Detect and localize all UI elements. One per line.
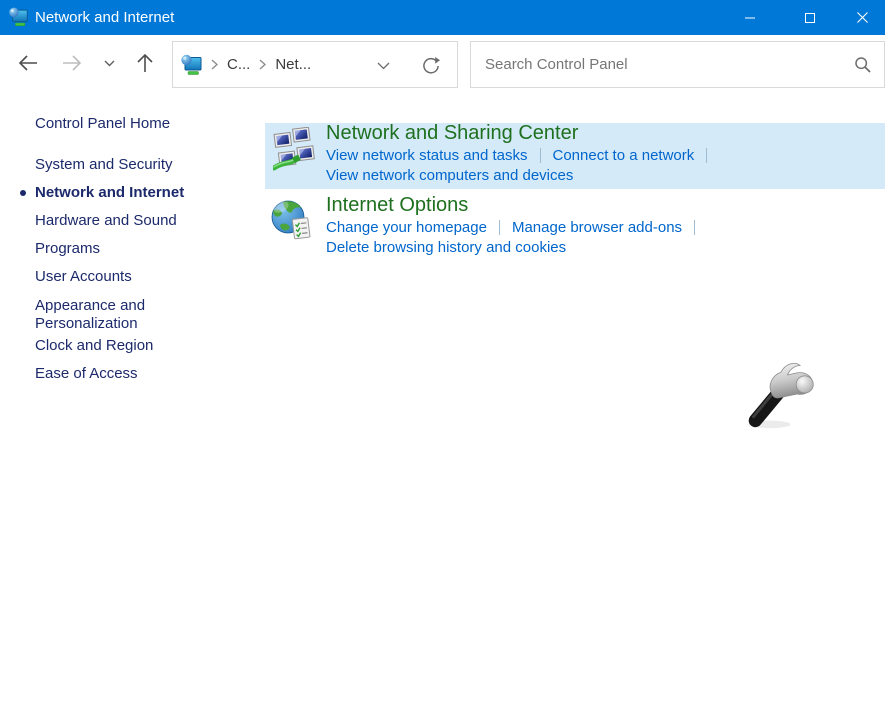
search-input[interactable] [471, 42, 884, 87]
sidebar-item-label: Network and Internet [35, 184, 184, 201]
up-arrow-icon [136, 52, 154, 74]
maximize-icon [804, 12, 816, 24]
sidebar-item-user-accounts[interactable]: User Accounts [35, 268, 225, 286]
up-button[interactable] [130, 35, 160, 91]
network-location-icon [180, 53, 204, 77]
link-separator [540, 148, 541, 163]
link-view-network-status-and-tasks[interactable]: View network status and tasks [326, 147, 528, 164]
close-icon [856, 11, 869, 24]
search-icon[interactable] [854, 56, 872, 74]
breadcrumb-chevron-icon [211, 59, 218, 70]
sidebar-item-network-and-internet[interactable]: Network and Internet [35, 184, 225, 202]
task-link-row: Delete browsing history and cookies [326, 239, 566, 256]
main-content: Network and Sharing Center View network … [265, 91, 885, 726]
back-button[interactable] [12, 35, 44, 91]
task-link-row: View network computers and devices [326, 167, 573, 184]
navigation-toolbar: C... Net... [0, 35, 885, 91]
close-button[interactable] [840, 0, 885, 35]
sidebar-item-system-and-security[interactable]: System and Security [35, 156, 225, 174]
active-item-bullet-icon [20, 190, 26, 196]
address-dropdown-button[interactable] [369, 42, 397, 89]
sidebar-item-appearance-and-personalization[interactable]: Appearance and Personalization [35, 297, 195, 333]
recent-pages-dropdown-button[interactable] [98, 35, 120, 91]
link-change-your-homepage[interactable]: Change your homepage [326, 219, 487, 236]
address-bar[interactable]: C... Net... [172, 41, 458, 88]
sidebar-item-label: Ease of Access [35, 365, 138, 382]
refresh-button[interactable] [415, 42, 447, 89]
breadcrumb-control-panel[interactable]: C... [225, 50, 252, 79]
task-link-row: Change your homepage Manage browser add-… [326, 219, 707, 236]
internet-options-icon[interactable] [270, 198, 314, 242]
chevron-down-icon [104, 60, 115, 67]
category-title-internet-options[interactable]: Internet Options [326, 194, 468, 217]
category-title-network-and-sharing-center[interactable]: Network and Sharing Center [326, 122, 578, 145]
refresh-icon [421, 56, 441, 76]
network-and-sharing-center-icon[interactable] [273, 127, 317, 171]
sidebar-item-label: Hardware and Sound [35, 212, 177, 229]
maximize-button[interactable] [780, 0, 840, 35]
network-monitor-icon [8, 6, 30, 28]
forward-arrow-icon [61, 54, 83, 72]
window-title: Network and Internet [35, 0, 174, 35]
sidebar-item-label: System and Security [35, 156, 173, 173]
sidebar-item-label: User Accounts [35, 268, 132, 285]
sidebar-item-control-panel-home[interactable]: Control Panel Home [35, 115, 225, 133]
control-panel-window: Network and Internet [0, 0, 885, 726]
link-connect-to-a-network[interactable]: Connect to a network [553, 147, 695, 164]
sidebar-item-hardware-and-sound[interactable]: Hardware and Sound [35, 212, 225, 230]
minimize-icon [744, 12, 756, 24]
breadcrumb-network-and-internet[interactable]: Net... [273, 50, 313, 79]
sidebar-item-label: Programs [35, 240, 100, 257]
breadcrumb-chevron-icon [259, 59, 266, 70]
link-separator [499, 220, 500, 235]
chevron-down-icon [377, 62, 390, 70]
forward-button[interactable] [56, 35, 88, 91]
sidebar-item-label: Clock and Region [35, 337, 153, 354]
sidebar-item-ease-of-access[interactable]: Ease of Access [35, 365, 225, 383]
link-manage-browser-add-ons[interactable]: Manage browser add-ons [512, 219, 682, 236]
link-separator [694, 220, 695, 235]
sidebar-item-programs[interactable]: Programs [35, 240, 225, 258]
minimize-button[interactable] [720, 0, 780, 35]
search-box [470, 41, 885, 88]
task-link-row: View network status and tasks Connect to… [326, 147, 719, 164]
sidebar-item-label: Control Panel Home [35, 115, 170, 132]
hammer-cursor-icon [743, 355, 819, 431]
sidebar-item-clock-and-region[interactable]: Clock and Region [35, 337, 225, 355]
sidebar-item-label: Appearance and Personalization [35, 297, 145, 332]
link-separator [706, 148, 707, 163]
link-delete-browsing-history-and-cookies[interactable]: Delete browsing history and cookies [326, 239, 566, 256]
title-bar: Network and Internet [0, 0, 885, 35]
link-view-network-computers-and-devices[interactable]: View network computers and devices [326, 167, 573, 184]
sidebar: Control Panel Home System and Security N… [0, 91, 265, 726]
back-arrow-icon [17, 54, 39, 72]
